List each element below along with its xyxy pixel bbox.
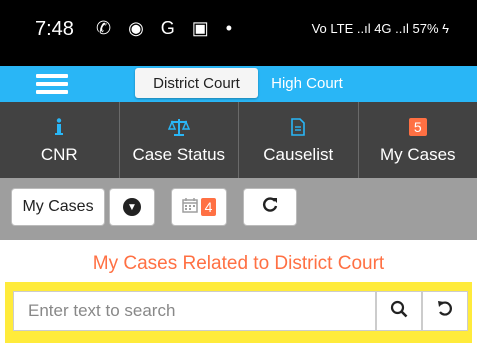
toolbar: My Cases ▼ 4 — [0, 178, 477, 240]
info-icon — [54, 115, 64, 139]
search-bar — [5, 282, 472, 343]
chevron-down-icon: ▼ — [123, 198, 141, 216]
reset-button[interactable] — [422, 291, 468, 331]
calendar-icon — [181, 197, 198, 218]
nav-case-status[interactable]: Case Status — [120, 102, 239, 178]
search-button[interactable] — [376, 291, 422, 331]
nav-cnr-label: CNR — [40, 145, 78, 164]
refresh-icon — [261, 196, 279, 219]
tab-high-court[interactable]: High Court — [262, 68, 352, 98]
dropdown-button[interactable]: ▼ — [109, 188, 155, 226]
nav-causelist-label: Causelist — [263, 145, 334, 164]
my-cases-count-badge: 5 — [408, 118, 427, 136]
search-input[interactable] — [13, 291, 376, 331]
calendar-button[interactable]: 4 — [171, 188, 227, 226]
document-icon — [291, 115, 306, 139]
scale-icon — [167, 115, 190, 139]
page-heading: My Cases Related to District Court — [92, 253, 385, 274]
search-icon — [390, 300, 408, 323]
my-cases-button[interactable]: My Cases — [11, 188, 105, 226]
calendar-count-badge: 4 — [200, 198, 217, 216]
nav-my-cases[interactable]: 5 My Cases — [359, 102, 477, 178]
notification-icons: ✆ ◉ G ▣ • — [96, 18, 239, 38]
nav-my-cases-label: My Cases — [379, 145, 456, 164]
status-time: 7:48 — [35, 18, 74, 40]
signal-battery-indicators: Vo LTE ..ıl 4G ..ıl 57% ϟ — [311, 21, 449, 36]
hamburger-menu-icon[interactable] — [36, 74, 68, 94]
undo-icon — [436, 300, 454, 323]
main-nav: CNR Case Status Causelist 5 My Cases — [0, 102, 477, 178]
status-bar: 7:48 ✆ ◉ G ▣ • Vo LTE ..ıl 4G ..ıl 57% ϟ — [0, 0, 477, 66]
tab-district-court[interactable]: District Court — [135, 68, 258, 98]
nav-case-status-label: Case Status — [132, 145, 226, 164]
nav-cnr[interactable]: CNR — [0, 102, 120, 178]
app-bar: District Court High Court — [0, 66, 477, 102]
nav-causelist[interactable]: Causelist — [239, 102, 359, 178]
refresh-button[interactable] — [243, 188, 297, 226]
